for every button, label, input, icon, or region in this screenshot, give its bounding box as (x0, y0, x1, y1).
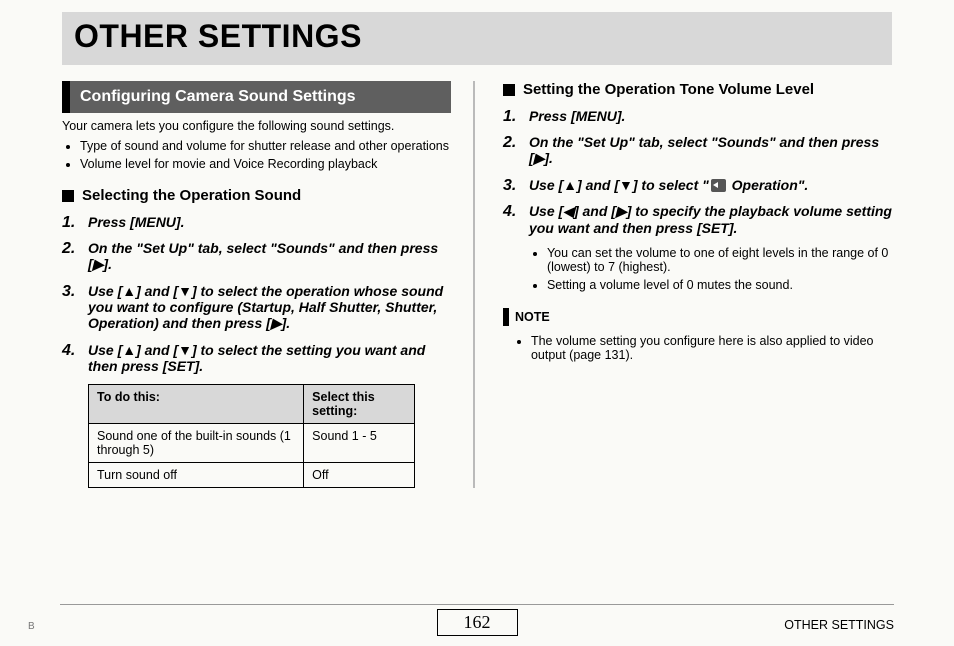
intro-text: Your camera lets you configure the follo… (62, 119, 451, 133)
table-cell: Off (304, 463, 415, 488)
section-heading: Configuring Camera Sound Settings (62, 81, 451, 113)
intro-bullets: Type of sound and volume for shutter rel… (80, 139, 451, 171)
page-title: OTHER SETTINGS (74, 18, 880, 55)
subheading-text: Selecting the Operation Sound (82, 187, 301, 204)
footer-section-label: OTHER SETTINGS (784, 618, 894, 632)
right-column: Setting the Operation Tone Volume Level … (481, 81, 892, 488)
note-block: NOTE The volume setting you configure he… (503, 306, 892, 362)
speaker-icon (711, 179, 726, 192)
page-title-bar: OTHER SETTINGS (62, 12, 892, 65)
square-icon (62, 190, 74, 202)
subheading: Selecting the Operation Sound (62, 187, 451, 204)
square-icon (503, 84, 515, 96)
table-cell: Sound one of the built-in sounds (1 thro… (89, 424, 304, 463)
step: 1.Press [MENU]. (62, 214, 451, 230)
column-divider (473, 81, 475, 488)
note-bullets: The volume setting you configure here is… (531, 334, 892, 362)
page-number: 162 (437, 609, 518, 636)
steps-list: 1.Press [MENU]. 2.On the "Set Up" tab, s… (503, 108, 892, 236)
list-item: The volume setting you configure here is… (531, 334, 892, 362)
note-label: NOTE (503, 308, 556, 326)
table-row: Turn sound off Off (89, 463, 415, 488)
step: 1.Press [MENU]. (503, 108, 892, 124)
step: 4.Use [◀] and [▶] to specify the playbac… (503, 203, 892, 236)
table-header: To do this: (89, 385, 304, 424)
settings-table: To do this: Select this setting: Sound o… (88, 384, 415, 488)
list-item: Volume level for movie and Voice Recordi… (80, 157, 451, 171)
table-header: Select this setting: (304, 385, 415, 424)
list-item: Setting a volume level of 0 mutes the so… (547, 278, 892, 292)
step: 3.Use [▲] and [▼] to select the operatio… (62, 283, 451, 332)
table-row: Sound one of the built-in sounds (1 thro… (89, 424, 415, 463)
step: 3.Use [▲] and [▼] to select " Operation"… (503, 177, 892, 193)
step-detail-bullets: You can set the volume to one of eight l… (547, 246, 892, 292)
step: 4.Use [▲] and [▼] to select the setting … (62, 342, 451, 374)
footer-left-mark: B (28, 621, 35, 632)
step: 2.On the "Set Up" tab, select "Sounds" a… (503, 134, 892, 167)
table-cell: Sound 1 - 5 (304, 424, 415, 463)
subheading-text: Setting the Operation Tone Volume Level (523, 81, 814, 98)
subheading: Setting the Operation Tone Volume Level (503, 81, 892, 98)
list-item: Type of sound and volume for shutter rel… (80, 139, 451, 153)
list-item: You can set the volume to one of eight l… (547, 246, 892, 274)
columns: Configuring Camera Sound Settings Your c… (62, 81, 892, 488)
table-cell: Turn sound off (89, 463, 304, 488)
step: 2.On the "Set Up" tab, select "Sounds" a… (62, 240, 451, 273)
steps-list: 1.Press [MENU]. 2.On the "Set Up" tab, s… (62, 214, 451, 374)
left-column: Configuring Camera Sound Settings Your c… (62, 81, 467, 488)
footer-divider (60, 604, 894, 605)
